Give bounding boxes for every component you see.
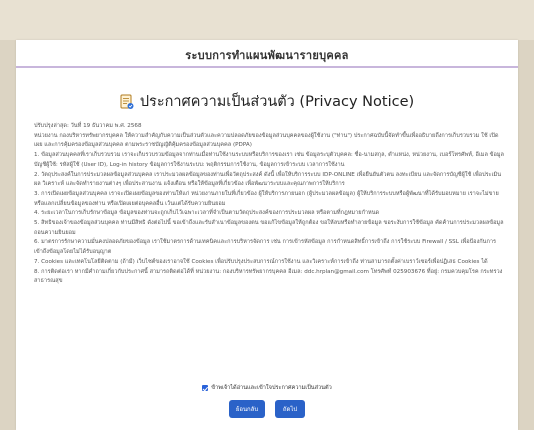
next-button[interactable]: ถัดไป (275, 400, 305, 418)
top-background (0, 0, 534, 40)
notice-heading: ประกาศความเป็นส่วนตัว (Privacy Notice) (16, 90, 518, 113)
title-divider (16, 66, 518, 68)
back-button[interactable]: ย้อนกลับ (229, 400, 265, 418)
consent-checkbox[interactable] (202, 385, 209, 391)
privacy-card: ระบบการทำแผนพัฒนารายบุคคล ประกาศความเป็น… (16, 40, 518, 430)
consent-row[interactable]: ข้าพเจ้าได้อ่านและเข้าใจประกาศความเป็นส่… (16, 384, 518, 392)
notice-paragraph: 3. การเปิดเผยข้อมูลส่วนบุคคล เราจะเปิดเผ… (34, 190, 499, 207)
notice-paragraph: ปรับปรุงล่าสุด: วันที่ 19 ธันวาคม พ.ศ. 2… (34, 123, 142, 129)
notice-paragraph: 1. ข้อมูลส่วนบุคคลที่เราเก็บรวบรวม เราจะ… (34, 152, 504, 168)
notice-paragraph: 5. สิทธิของเจ้าของข้อมูลส่วนบุคคล ท่านมี… (34, 220, 504, 236)
system-title: ระบบการทำแผนพัฒนารายบุคคล (185, 49, 349, 62)
notice-paragraph: 8. การติดต่อเรา หากมีคำถามเกี่ยวกับประกา… (34, 268, 503, 285)
document-icon (120, 94, 134, 110)
notice-paragraph: หน่วยงาน กองบริหารทรัพยากรบุคคล ให้ความส… (34, 132, 499, 149)
notice-paragraph: 6. มาตรการรักษาความมั่นคงปลอดภัยของข้อมู… (34, 239, 496, 256)
action-buttons: ย้อนกลับ ถัดไป (16, 400, 518, 418)
notice-title: ประกาศความเป็นส่วนตัว (Privacy Notice) (139, 94, 415, 110)
notice-paragraph: 7. Cookies และเทคโนโลยีติดตาม (ถ้ามี) เว… (34, 258, 488, 265)
consent-label[interactable]: ข้าพเจ้าได้อ่านและเข้าใจประกาศความเป็นส่… (211, 384, 331, 392)
notice-paragraph: 4. ระยะเวลาในการเก็บรักษาข้อมูล ข้อมูลขอ… (34, 210, 380, 217)
notice-paragraph: 2. วัตถุประสงค์ในการประมวลผลข้อมูลส่วนบุ… (34, 171, 502, 188)
notice-body: ปรับปรุงล่าสุด: วันที่ 19 ธันวาคม พ.ศ. 2… (34, 122, 504, 287)
